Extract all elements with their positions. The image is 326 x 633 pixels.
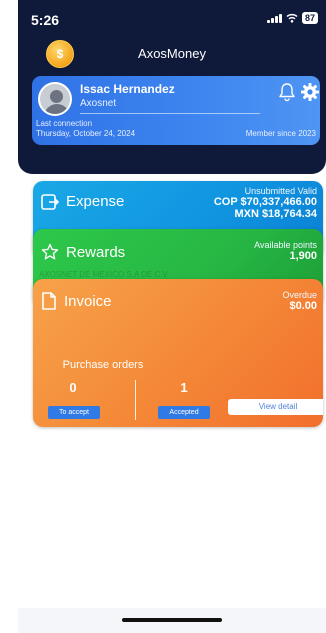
last-connection-date: Thursday, October 24, 2024 — [36, 129, 136, 138]
rewards-title-row: Rewards — [41, 243, 125, 261]
expense-amount-mxn: MXN $18,764.34 — [234, 208, 317, 220]
user-name: Issac Hernandez — [80, 82, 175, 96]
expense-title-row: Expense — [41, 193, 124, 210]
view-detail-button[interactable]: View detail — [228, 399, 323, 415]
star-icon — [41, 243, 59, 260]
invoice-status: Overdue — [282, 290, 317, 300]
rewards-summary: Available points 1,900 — [254, 240, 317, 262]
avatar-icon[interactable] — [38, 82, 72, 116]
expense-amount-cop: COP $70,337,466.00 — [213, 196, 317, 208]
to-accept-count: 0 — [69, 380, 77, 395]
invoice-amount: $0.00 — [289, 300, 317, 312]
invoice-summary: Overdue $0.00 — [282, 290, 317, 312]
expense-status: Unsubmitted Valid — [244, 186, 317, 196]
profile-divider — [80, 113, 260, 114]
user-company: Axosnet — [80, 98, 117, 109]
document-icon — [42, 292, 56, 310]
home-indicator[interactable] — [122, 618, 222, 622]
gear-icon[interactable] — [300, 82, 320, 102]
battery-level: 87 — [301, 12, 318, 24]
expense-summary: Unsubmitted Valid COP $70,337,466.00 MXN… — [214, 186, 317, 220]
rewards-company: AXOSNET DE MEXICO S.A DE C.V. — [39, 270, 170, 279]
status-time: 5:26 — [31, 12, 60, 28]
points-value: 1,900 — [289, 250, 317, 262]
accepted-button[interactable]: Accepted — [158, 406, 210, 419]
signal-icon — [266, 13, 282, 23]
bell-icon[interactable] — [278, 82, 296, 102]
status-icons: 87 — [266, 12, 318, 24]
invoice-title-row: Invoice — [41, 292, 112, 310]
wifi-icon — [286, 13, 298, 23]
points-label: Available points — [254, 240, 317, 250]
expense-icon — [41, 193, 59, 210]
invoice-title: Invoice — [64, 292, 112, 310]
app-title: AxosMoney — [138, 46, 206, 61]
purchase-orders-label: Purchase orders — [62, 359, 144, 371]
profile-card[interactable]: Issac Hernandez Axosnet Last connection … — [32, 76, 320, 145]
rewards-title: Rewards — [66, 243, 126, 261]
accepted-count: 1 — [180, 380, 188, 395]
app-screen: 5:26 87 $ AxosMoney Issac Hernandez Axos… — [18, 0, 326, 633]
to-accept-button[interactable]: To accept — [48, 406, 100, 419]
member-since: Member since 2023 — [245, 129, 316, 138]
expense-title: Expense — [66, 193, 125, 210]
invoice-card[interactable]: Invoice Overdue $0.00 Purchase orders 0 … — [33, 279, 323, 427]
header: 5:26 87 $ AxosMoney Issac Hernandez Axos… — [18, 0, 326, 174]
orders-divider — [135, 380, 136, 420]
last-connection-label: Last connection — [36, 119, 93, 128]
